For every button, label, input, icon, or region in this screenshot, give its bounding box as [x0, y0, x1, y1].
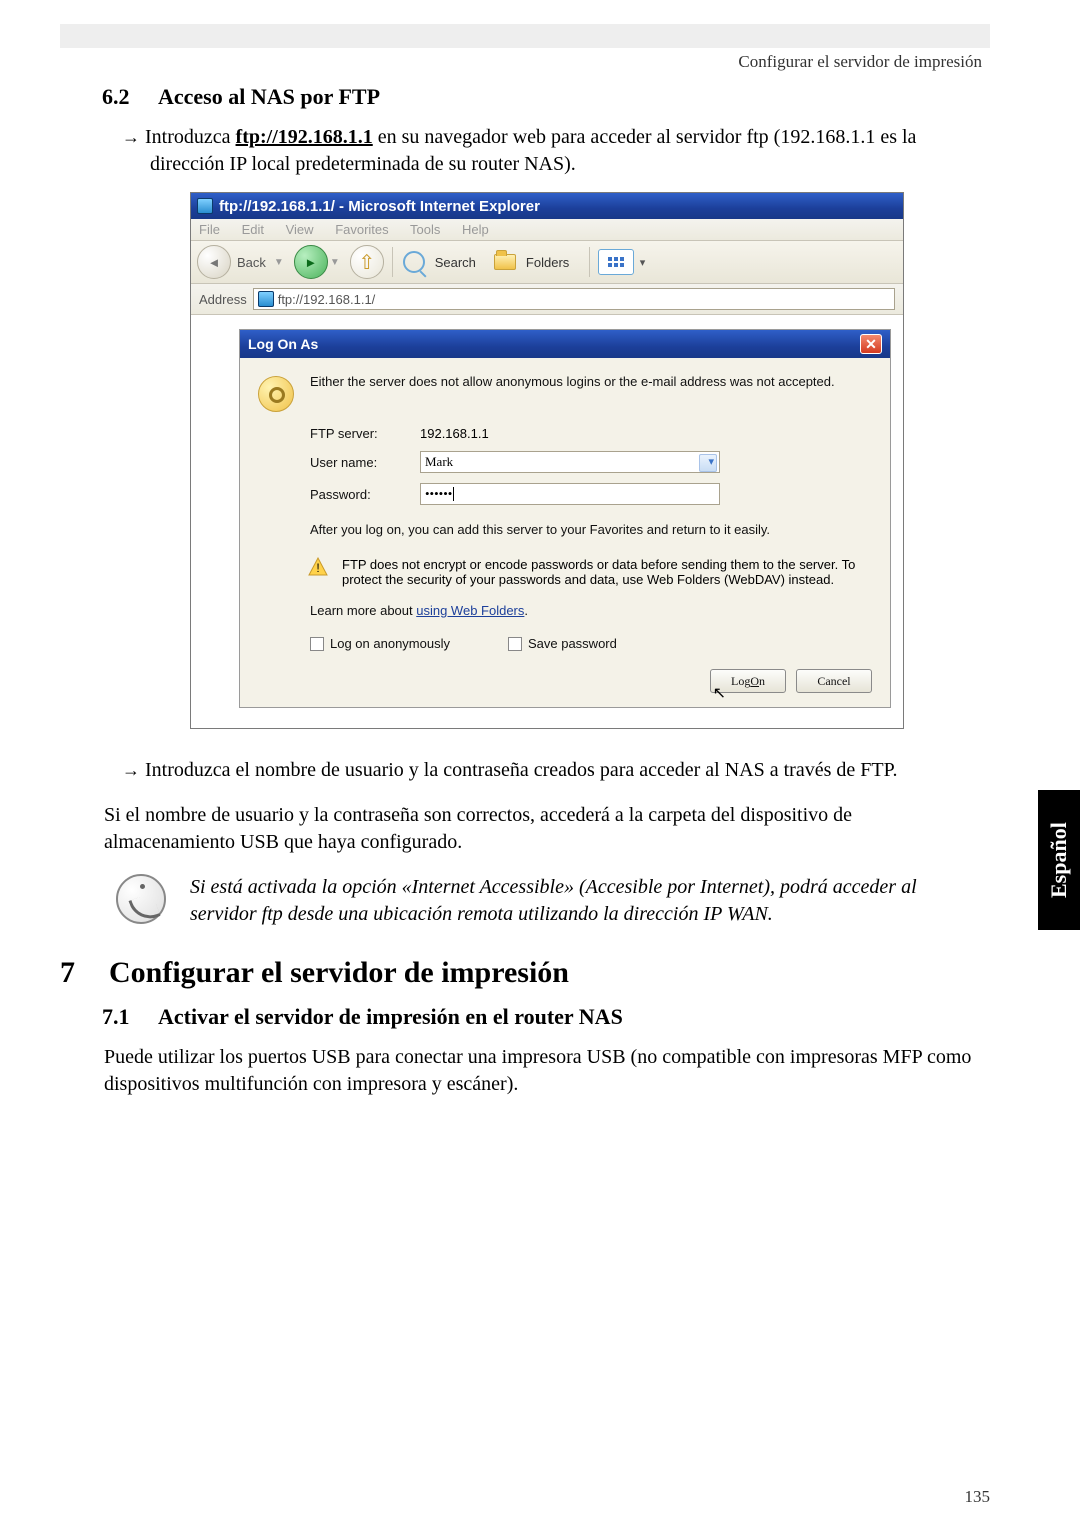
- menu-view[interactable]: View: [286, 222, 314, 237]
- logon-dialog: Log On As ✕ Either the server does not a…: [239, 329, 891, 708]
- back-dropdown-icon[interactable]: ▼: [274, 257, 284, 268]
- address-field[interactable]: ftp://192.168.1.1/: [253, 288, 895, 310]
- anonymous-checkbox-row[interactable]: Log on anonymously: [310, 636, 450, 652]
- heading-7-1-title: Activar el servidor de impresión en el r…: [158, 1004, 623, 1029]
- folders-label[interactable]: Folders: [526, 255, 569, 270]
- result-paragraph: Si el nombre de usuario y la contraseña …: [104, 802, 980, 856]
- anonymous-checkbox[interactable]: [310, 637, 324, 651]
- note-block: Si está activada la opción «Internet Acc…: [116, 874, 980, 928]
- ie-window: ftp://192.168.1.1/ - Microsoft Internet …: [190, 192, 904, 729]
- arrow-icon: →: [122, 127, 145, 147]
- heading-7-1-num: 7.1: [102, 1004, 158, 1030]
- menu-tools[interactable]: Tools: [410, 222, 440, 237]
- ie-titlebar: ftp://192.168.1.1/ - Microsoft Internet …: [191, 193, 903, 219]
- heading-6-2: 6.2Acceso al NAS por FTP: [102, 84, 990, 110]
- logon-after-note: After you log on, you can add this serve…: [310, 521, 872, 539]
- menu-favorites[interactable]: Favorites: [335, 222, 388, 237]
- heading-7: 7 Configurar el servidor de impresión: [60, 956, 990, 990]
- forward-dropdown-icon[interactable]: ▼: [330, 257, 340, 268]
- web-folders-link[interactable]: using Web Folders: [416, 603, 524, 618]
- learn-more: Learn more about using Web Folders.: [310, 603, 872, 618]
- folders-icon[interactable]: [494, 254, 516, 270]
- note-text: Si está activada la opción «Internet Acc…: [190, 874, 980, 928]
- warning-icon: !: [308, 557, 328, 577]
- svg-text:!: !: [316, 561, 319, 575]
- bullet-6-2-2: → Introduzca el nombre de usuario y la c…: [150, 757, 980, 784]
- arrow-icon: →: [122, 760, 145, 780]
- heading-7-1: 7.1Activar el servidor de impresión en e…: [102, 1004, 990, 1030]
- language-tab: Español: [1038, 790, 1080, 930]
- page-number: 135: [965, 1487, 991, 1507]
- note-icon: [116, 874, 166, 924]
- bullet-6-2-1: → Introduzca ftp://192.168.1.1 en su nav…: [150, 124, 990, 178]
- ie-toolbar: ◄ Back ▼ ► ▼ ⇧ Search Folders: [191, 241, 903, 284]
- logon-warning-text: FTP does not encrypt or encode passwords…: [342, 557, 872, 587]
- ie-title-text: ftp://192.168.1.1/ - Microsoft Internet …: [219, 198, 540, 215]
- heading-6-2-num: 6.2: [102, 84, 158, 110]
- search-label[interactable]: Search: [435, 255, 476, 270]
- ftp-server-value: 192.168.1.1: [420, 426, 489, 441]
- ftp-server-label: FTP server:: [310, 426, 420, 441]
- ie-content: Log On As ✕ Either the server does not a…: [191, 315, 903, 728]
- logon-message: Either the server does not allow anonymo…: [310, 374, 872, 389]
- cancel-button[interactable]: Cancel: [796, 669, 872, 693]
- back-label: Back: [237, 255, 266, 270]
- views-button[interactable]: [598, 249, 634, 275]
- up-button[interactable]: ⇧: [350, 245, 384, 279]
- text-cursor: [453, 487, 454, 501]
- toolbar-separator: [392, 247, 393, 277]
- running-header: Configurar el servidor de impresión: [60, 24, 990, 72]
- close-icon[interactable]: ✕: [860, 334, 882, 354]
- logon-titlebar: Log On As ✕: [240, 330, 890, 358]
- address-label: Address: [199, 292, 247, 307]
- key-icon: [258, 376, 294, 412]
- address-value: ftp://192.168.1.1/: [278, 292, 376, 307]
- heading-7-title: Configurar el servidor de impresión: [109, 956, 569, 990]
- username-input[interactable]: Mark: [420, 451, 720, 473]
- heading-7-num: 7: [60, 956, 75, 990]
- logon-title-text: Log On As: [248, 336, 318, 352]
- heading-6-2-title: Acceso al NAS por FTP: [158, 84, 380, 109]
- back-button[interactable]: ◄: [197, 245, 231, 279]
- forward-button[interactable]: ►: [294, 245, 328, 279]
- ie-addressbar: Address ftp://192.168.1.1/: [191, 284, 903, 315]
- para-7-1: Puede utilizar los puertos USB para cone…: [104, 1044, 980, 1098]
- ftp-url-link[interactable]: ftp://192.168.1.1: [236, 126, 373, 148]
- menu-help[interactable]: Help: [462, 222, 489, 237]
- views-grid-icon: [608, 257, 624, 267]
- address-icon: [258, 291, 274, 307]
- save-password-checkbox[interactable]: [508, 637, 522, 651]
- ie-app-icon: [197, 198, 213, 214]
- ie-menubar: File Edit View Favorites Tools Help: [191, 219, 903, 241]
- username-label: User name:: [310, 455, 420, 470]
- password-label: Password:: [310, 487, 420, 502]
- toolbar-separator: [589, 247, 590, 277]
- menu-file[interactable]: File: [199, 222, 220, 237]
- search-icon[interactable]: [403, 251, 425, 273]
- password-input[interactable]: ••••••: [420, 483, 720, 505]
- save-password-checkbox-row[interactable]: Save password: [508, 636, 617, 652]
- mouse-cursor-icon: ↖: [713, 683, 726, 703]
- menu-edit[interactable]: Edit: [242, 222, 264, 237]
